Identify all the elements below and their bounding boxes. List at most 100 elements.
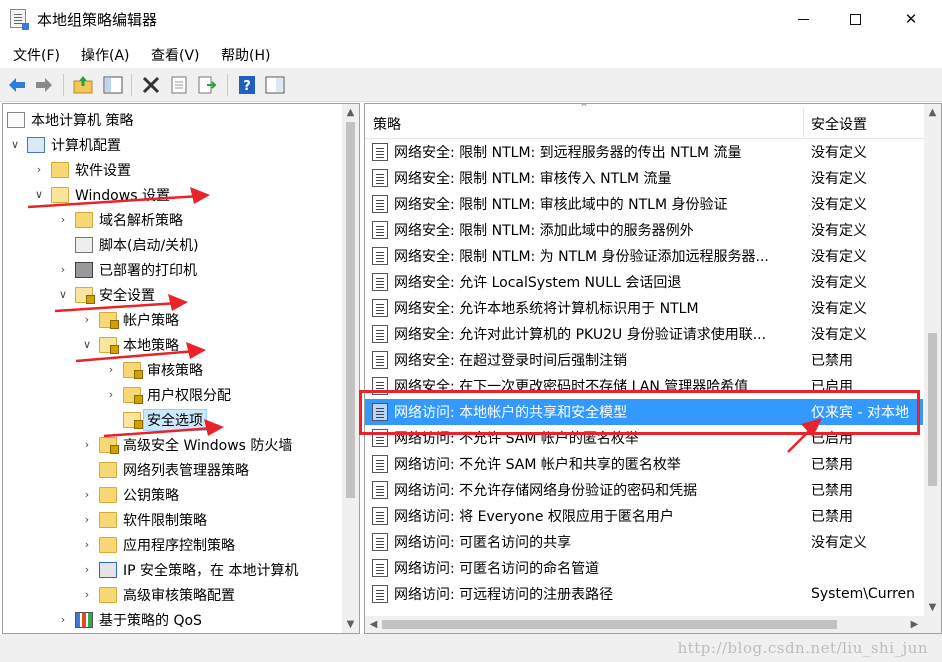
expand-arrow-icon[interactable]: ›	[81, 563, 93, 576]
expand-arrow-icon[interactable]: ›	[105, 388, 117, 401]
scroll-up-icon[interactable]: ▲	[924, 104, 941, 121]
tree-item-ip-security[interactable]: › IP 安全策略，在 本地计算机	[3, 557, 341, 582]
tree-item-advanced-audit[interactable]: › 高级审核策略配置	[3, 582, 341, 607]
tree-item-scripts[interactable]: 脚本(启动/关机)	[3, 232, 341, 257]
help-icon[interactable]: ?	[236, 74, 258, 96]
column-divider[interactable]	[803, 108, 804, 137]
scrollbar-thumb[interactable]	[928, 333, 937, 486]
policy-row[interactable]: 网络安全: 允许本地系统将计算机标识用于 NTLM 没有定义	[365, 295, 923, 321]
close-button[interactable]: ✕	[888, 0, 934, 38]
menu-view[interactable]: 查看(V)	[151, 45, 200, 65]
policy-setting-icon	[372, 455, 388, 473]
list-scrollbar[interactable]: ▲ ▼	[924, 104, 941, 616]
policy-editor-icon	[10, 9, 29, 30]
tree-scrollbar[interactable]: ▲ ▼	[342, 104, 359, 633]
policy-row[interactable]: 网络安全: 在超过登录时间后强制注销 已禁用	[365, 347, 923, 373]
tree-item-name-resolution-policy[interactable]: › 域名解析策略	[3, 207, 341, 232]
column-header-security-setting[interactable]: 安全设置	[811, 114, 867, 134]
policy-setting-icon	[372, 533, 388, 551]
policy-name: 网络安全: 允许 LocalSystem NULL 会话回退	[394, 275, 682, 291]
up-folder-icon[interactable]	[72, 74, 94, 96]
expand-arrow-icon[interactable]: ›	[81, 588, 93, 601]
policy-row[interactable]: 网络安全: 限制 NTLM: 为 NTLM 身份验证添加远程服务器... 没有定义	[365, 243, 923, 269]
extended-view-icon[interactable]	[264, 74, 286, 96]
script-icon	[75, 236, 93, 253]
policy-setting-value: 已禁用	[811, 353, 853, 369]
expand-arrow-icon[interactable]: ›	[33, 163, 45, 176]
watermark-text: http://blog.csdn.net/liu_shi_jun	[677, 639, 928, 657]
scrollbar-thumb[interactable]	[346, 122, 355, 498]
menu-action[interactable]: 操作(A)	[81, 45, 130, 65]
policy-row[interactable]: 网络访问: 将 Everyone 权限应用于匿名用户 已禁用	[365, 503, 923, 529]
policy-setting-value: 没有定义	[811, 145, 867, 161]
policy-row[interactable]: 网络访问: 不允许存储网络身份验证的密码和凭据 已禁用	[365, 477, 923, 503]
policy-row[interactable]: 网络安全: 限制 NTLM: 到远程服务器的传出 NTLM 流量 没有定义	[365, 139, 923, 165]
policy-name: 网络安全: 在超过登录时间后强制注销	[394, 353, 628, 369]
tree-item-account-policies[interactable]: › 帐户策略	[3, 307, 341, 332]
tree-item-local-policies[interactable]: ∨ 本地策略	[3, 332, 341, 357]
expand-arrow-icon[interactable]: ›	[81, 538, 93, 551]
scrollbar-thumb[interactable]	[382, 620, 837, 629]
policy-setting-value: 已禁用	[811, 483, 853, 499]
delete-icon[interactable]	[140, 74, 162, 96]
tree-item-software-settings[interactable]: › 软件设置	[3, 157, 341, 182]
svg-text:?: ?	[243, 79, 251, 94]
tree-item-software-restriction[interactable]: › 软件限制策略	[3, 507, 341, 532]
maximize-button[interactable]	[832, 0, 878, 38]
back-icon[interactable]	[6, 74, 28, 96]
tree-item-qos[interactable]: › 基于策略的 QoS	[3, 607, 341, 632]
expand-arrow-icon[interactable]: ›	[81, 313, 93, 326]
properties-icon[interactable]	[168, 74, 190, 96]
tree-item-label: 脚本(启动/关机)	[99, 237, 199, 254]
expand-arrow-icon[interactable]: ∨	[9, 138, 21, 151]
policy-row[interactable]: 网络访问: 可远程访问的注册表路径 System\Curren	[365, 581, 923, 607]
scroll-up-icon[interactable]: ▲	[342, 104, 359, 121]
policy-row[interactable]: 网络安全: 限制 NTLM: 审核传入 NTLM 流量 没有定义	[365, 165, 923, 191]
policy-name: 网络安全: 允许对此计算机的 PKU2U 身份验证请求使用联...	[394, 327, 767, 343]
tree-item-app-control[interactable]: › 应用程序控制策略	[3, 532, 341, 557]
tree-item-local-computer-policy[interactable]: 本地计算机 策略	[3, 107, 341, 132]
tree-item-label: 域名解析策略	[99, 212, 183, 229]
menu-help[interactable]: 帮助(H)	[221, 45, 270, 65]
expand-arrow-icon[interactable]: ›	[57, 263, 69, 276]
tree-item-audit-policy[interactable]: › 审核策略	[3, 357, 341, 382]
tree-item-public-key-policies[interactable]: › 公钥策略	[3, 482, 341, 507]
policy-row[interactable]: 网络访问: 不允许 SAM 帐户和共享的匿名枚举 已禁用	[365, 451, 923, 477]
policy-row[interactable]: 网络安全: 限制 NTLM: 添加此域中的服务器例外 没有定义	[365, 217, 923, 243]
forward-icon[interactable]	[33, 74, 55, 96]
policy-row[interactable]: 网络访问: 可匿名访问的共享 没有定义	[365, 529, 923, 555]
expand-arrow-icon[interactable]: ›	[57, 613, 69, 626]
policy-row[interactable]: 网络安全: 允许 LocalSystem NULL 会话回退 没有定义	[365, 269, 923, 295]
tree-item-security-settings[interactable]: ∨ 安全设置	[3, 282, 341, 307]
policy-row[interactable]: 网络安全: 允许对此计算机的 PKU2U 身份验证请求使用联... 没有定义	[365, 321, 923, 347]
tree-item-label: 基于策略的 QoS	[99, 612, 202, 629]
list-horizontal-scrollbar[interactable]: ◀ ▶	[365, 616, 941, 633]
expand-arrow-icon[interactable]: ∨	[81, 338, 93, 351]
export-icon[interactable]	[196, 74, 218, 96]
expand-arrow-icon[interactable]: ∨	[33, 188, 45, 201]
scroll-left-icon[interactable]: ◀	[365, 616, 382, 633]
tree-item-user-rights[interactable]: › 用户权限分配	[3, 382, 341, 407]
tree-item-deployed-printers[interactable]: › 已部署的打印机	[3, 257, 341, 282]
expand-arrow-icon[interactable]: ›	[57, 213, 69, 226]
tree-item-label: 审核策略	[147, 362, 203, 379]
scroll-down-icon[interactable]: ▼	[342, 616, 359, 633]
show-hide-tree-icon[interactable]	[102, 74, 124, 96]
expand-arrow-icon[interactable]: ›	[81, 438, 93, 451]
expand-arrow-icon[interactable]: ›	[81, 513, 93, 526]
minimize-button[interactable]	[780, 0, 826, 38]
scroll-right-icon[interactable]: ▶	[906, 616, 923, 633]
policy-row[interactable]: 网络访问: 可匿名访问的命名管道	[365, 555, 923, 581]
menu-file[interactable]: 文件(F)	[13, 45, 60, 65]
expand-arrow-icon[interactable]: ›	[81, 488, 93, 501]
tree-item-windows-firewall[interactable]: › 高级安全 Windows 防火墙	[3, 432, 341, 457]
policy-row[interactable]: 网络安全: 限制 NTLM: 审核此域中的 NTLM 身份验证 没有定义	[365, 191, 923, 217]
column-header-policy[interactable]: 策略	[373, 114, 401, 134]
expand-arrow-icon[interactable]: ∨	[57, 288, 69, 301]
expand-arrow-icon[interactable]: ›	[105, 363, 117, 376]
tree-item-network-list-manager[interactable]: 网络列表管理器策略	[3, 457, 341, 482]
scroll-down-icon[interactable]: ▼	[924, 599, 941, 616]
tree-item-security-options[interactable]: 安全选项	[3, 407, 341, 432]
tree-item-computer-config[interactable]: ∨ 计算机配置	[3, 132, 341, 157]
tree-item-windows-settings[interactable]: ∨ Windows 设置	[3, 182, 341, 207]
